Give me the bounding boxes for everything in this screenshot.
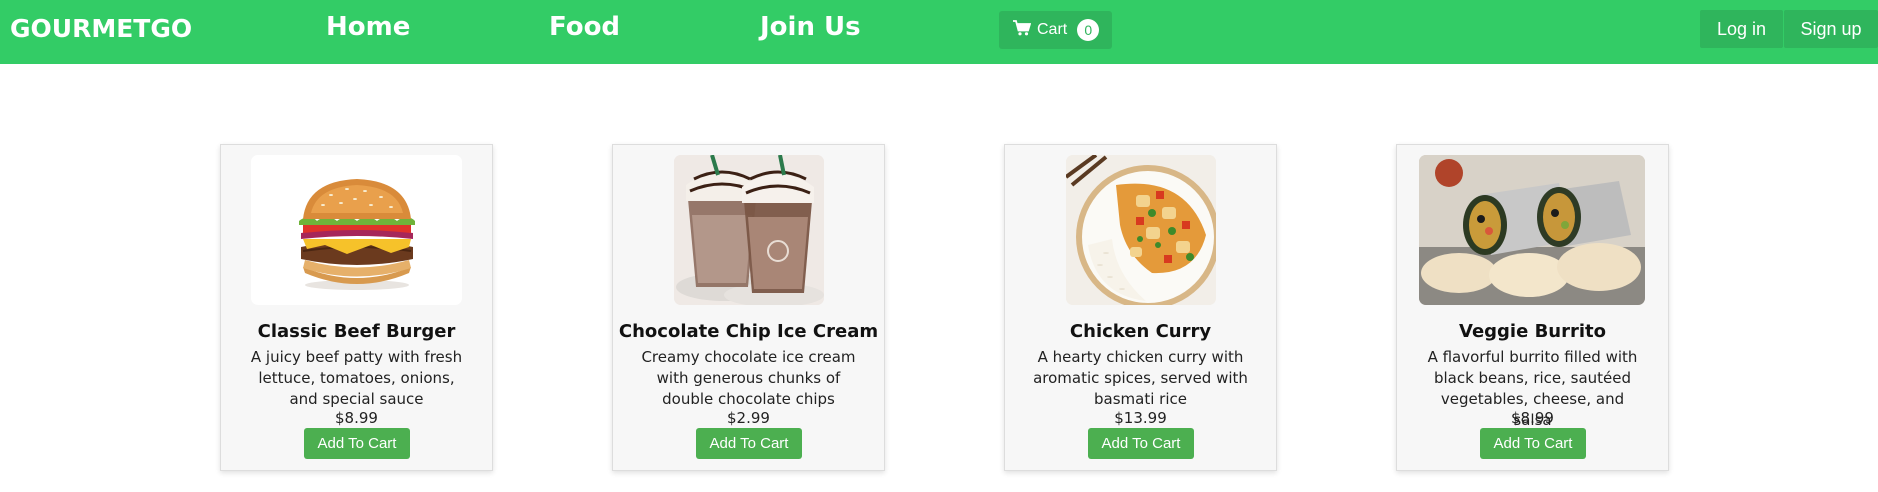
product-title: Classic Beef Burger (257, 321, 456, 342)
nav-link-home[interactable]: Home (326, 12, 410, 42)
add-to-cart-button[interactable]: Add To Cart (304, 428, 410, 459)
product-card: Chicken Curry A hearty chicken curry wit… (1004, 144, 1277, 471)
brand-logo[interactable]: GOURMETGO (10, 14, 192, 43)
product-title: Veggie Burrito (1459, 321, 1606, 342)
add-to-cart-button[interactable]: Add To Cart (1088, 428, 1194, 459)
product-price: $13.99 (1114, 409, 1167, 427)
nav-link-food[interactable]: Food (549, 12, 620, 42)
product-price: $8.99 (335, 409, 378, 427)
signup-button[interactable]: Sign up (1784, 10, 1878, 48)
add-to-cart-button[interactable]: Add To Cart (696, 428, 802, 459)
product-title: Chicken Curry (1069, 321, 1212, 342)
navbar: GOURMETGO Home Food Join Us Cart 0 Log i… (0, 0, 1878, 64)
product-description: A juicy beef patty with fresh lettuce, t… (250, 348, 463, 408)
burrito-image (1419, 155, 1645, 305)
chicken-curry-image (1066, 155, 1216, 305)
burger-image (251, 155, 462, 305)
add-to-cart-button[interactable]: Add To Cart (1480, 428, 1586, 459)
product-card: Classic Beef Burger A juicy beef patty w… (220, 144, 493, 471)
product-description: Creamy chocolate ice cream with generous… (641, 348, 856, 408)
login-button[interactable]: Log in (1700, 10, 1783, 48)
product-card: Veggie Burrito A flavorful burrito fille… (1396, 144, 1669, 471)
product-card: Chocolate Chip Ice Cream Creamy chocolat… (612, 144, 885, 471)
ice-cream-image (674, 155, 824, 305)
product-description: A hearty chicken curry with aromatic spi… (1033, 348, 1248, 408)
cart-count-badge: 0 (1077, 19, 1100, 41)
product-price: $2.99 (727, 409, 770, 427)
cart-label: Cart (1037, 21, 1068, 38)
product-title: Chocolate Chip Ice Cream (618, 321, 879, 342)
product-price: $8.99 (1511, 409, 1554, 427)
cart-button[interactable]: Cart 0 (999, 11, 1112, 49)
cart-icon (1013, 19, 1037, 41)
nav-link-join-us[interactable]: Join Us (760, 12, 861, 42)
